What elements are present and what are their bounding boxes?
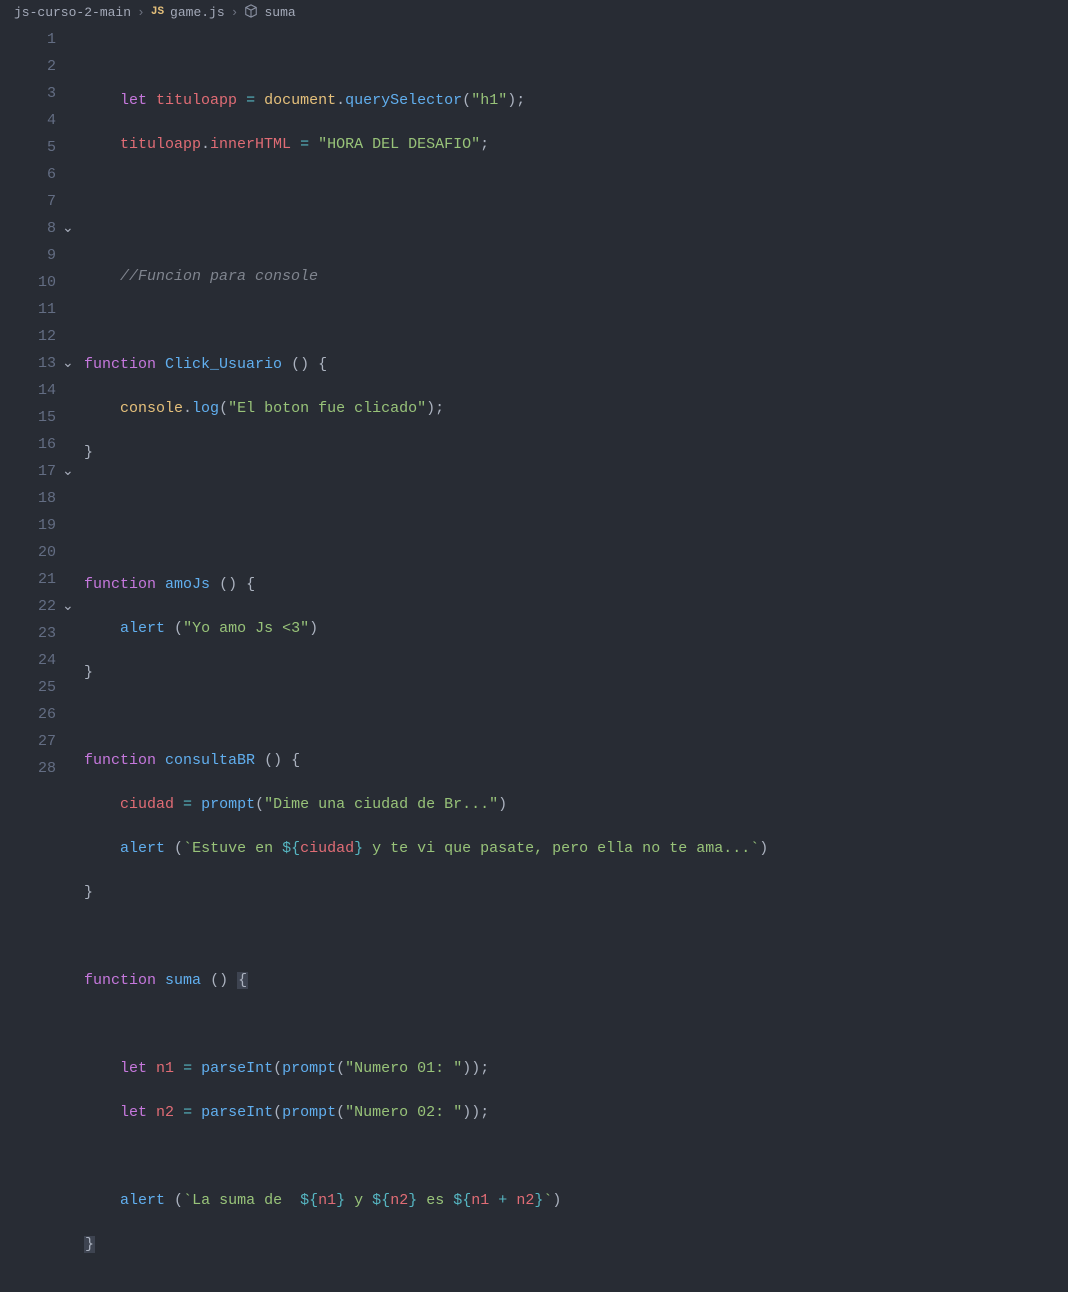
code-line[interactable]: alert (`La suma de ${n1} y ${n2} es ${n1… <box>84 1187 1068 1214</box>
fold-chevron-icon[interactable]: ⌄ <box>62 594 74 621</box>
code-line[interactable] <box>84 483 1068 510</box>
line-number[interactable]: 28 <box>0 755 56 782</box>
line-number[interactable]: 21 <box>0 566 56 593</box>
code-line[interactable]: alert ("Yo amo Js <3") <box>84 615 1068 642</box>
line-number[interactable]: 19 <box>0 512 56 539</box>
code-line[interactable] <box>84 43 1068 70</box>
breadcrumb[interactable]: js-curso-2-main › JS game.js › suma <box>0 0 1068 24</box>
line-number[interactable]: 3 <box>0 80 56 107</box>
code-line[interactable]: ciudad = prompt("Dime una ciudad de Br..… <box>84 791 1068 818</box>
breadcrumb-folder[interactable]: js-curso-2-main <box>14 5 131 20</box>
code-line[interactable]: //Funcion para console <box>84 263 1068 290</box>
line-number[interactable]: 25 <box>0 674 56 701</box>
line-number[interactable]: 6 <box>0 161 56 188</box>
code-line[interactable] <box>84 1143 1068 1170</box>
breadcrumb-file[interactable]: game.js <box>170 5 225 20</box>
code-line[interactable]: let n2 = parseInt(prompt("Numero 02: "))… <box>84 1099 1068 1126</box>
line-number[interactable]: 5 <box>0 134 56 161</box>
code-line[interactable]: function consultaBR () { <box>84 747 1068 774</box>
line-number[interactable]: 2 <box>0 53 56 80</box>
line-number[interactable]: 12 <box>0 323 56 350</box>
symbol-icon <box>244 4 258 20</box>
line-number[interactable]: 13 <box>0 350 56 377</box>
line-number[interactable]: 18 <box>0 485 56 512</box>
line-number[interactable]: 4 <box>0 107 56 134</box>
code-line[interactable]: } <box>84 659 1068 686</box>
code-line[interactable] <box>84 175 1068 202</box>
line-number[interactable]: 10 <box>0 269 56 296</box>
line-number[interactable]: 17 <box>0 458 56 485</box>
bracket-highlight: } <box>84 1236 95 1253</box>
code-line[interactable]: function Click_Usuario () { <box>84 351 1068 378</box>
breadcrumb-symbol[interactable]: suma <box>264 5 295 20</box>
code-line[interactable]: tituloapp.innerHTML = "HORA DEL DESAFIO"… <box>84 131 1068 158</box>
code-line[interactable] <box>84 527 1068 554</box>
breadcrumb-separator: › <box>231 5 239 20</box>
code-line[interactable] <box>84 703 1068 730</box>
bracket-highlight: { <box>237 972 248 989</box>
line-number[interactable]: 8 <box>0 215 56 242</box>
line-number[interactable]: 20 <box>0 539 56 566</box>
line-number[interactable]: 24 <box>0 647 56 674</box>
js-file-icon: JS <box>151 6 164 18</box>
code-line[interactable]: } <box>84 439 1068 466</box>
code-line[interactable]: let n1 = parseInt(prompt("Numero 01: "))… <box>84 1055 1068 1082</box>
code-line[interactable]: } <box>84 879 1068 906</box>
breadcrumb-separator: › <box>137 5 145 20</box>
line-number[interactable]: 11 <box>0 296 56 323</box>
line-number[interactable]: 23 <box>0 620 56 647</box>
code-line[interactable]: let tituloapp = document.querySelector("… <box>84 87 1068 114</box>
fold-chevron-icon[interactable]: ⌄ <box>62 459 74 486</box>
line-number[interactable]: 15 <box>0 404 56 431</box>
fold-chevron-icon[interactable]: ⌄ <box>62 216 74 243</box>
code-editor[interactable]: 1 2 3 4 5 6 7 8 9 10 11 12 13 14 15 16 1… <box>0 24 1068 1292</box>
code-line[interactable]: alert (`Estuve en ${ciudad} y te vi que … <box>84 835 1068 862</box>
fold-chevron-icon[interactable]: ⌄ <box>62 351 74 378</box>
code-line[interactable] <box>84 923 1068 950</box>
line-number[interactable]: 1 <box>0 26 56 53</box>
code-content[interactable]: let tituloapp = document.querySelector("… <box>84 26 1068 1292</box>
fold-gutter[interactable]: ⌄ ⌄ ⌄ ⌄ <box>62 26 84 1292</box>
line-number[interactable]: 22 <box>0 593 56 620</box>
code-line[interactable] <box>84 1011 1068 1038</box>
code-line[interactable]: function suma () { <box>84 967 1068 994</box>
code-line[interactable]: function amoJs () { <box>84 571 1068 598</box>
line-number[interactable]: 7 <box>0 188 56 215</box>
line-number[interactable]: 26 <box>0 701 56 728</box>
line-number-gutter[interactable]: 1 2 3 4 5 6 7 8 9 10 11 12 13 14 15 16 1… <box>0 26 62 1292</box>
line-number[interactable]: 16 <box>0 431 56 458</box>
code-line[interactable] <box>84 307 1068 334</box>
line-number[interactable]: 27 <box>0 728 56 755</box>
code-line[interactable]: } <box>84 1231 1068 1258</box>
line-number[interactable]: 14 <box>0 377 56 404</box>
code-line[interactable]: console.log("El boton fue clicado"); <box>84 395 1068 422</box>
line-number[interactable]: 9 <box>0 242 56 269</box>
code-line[interactable] <box>84 219 1068 246</box>
